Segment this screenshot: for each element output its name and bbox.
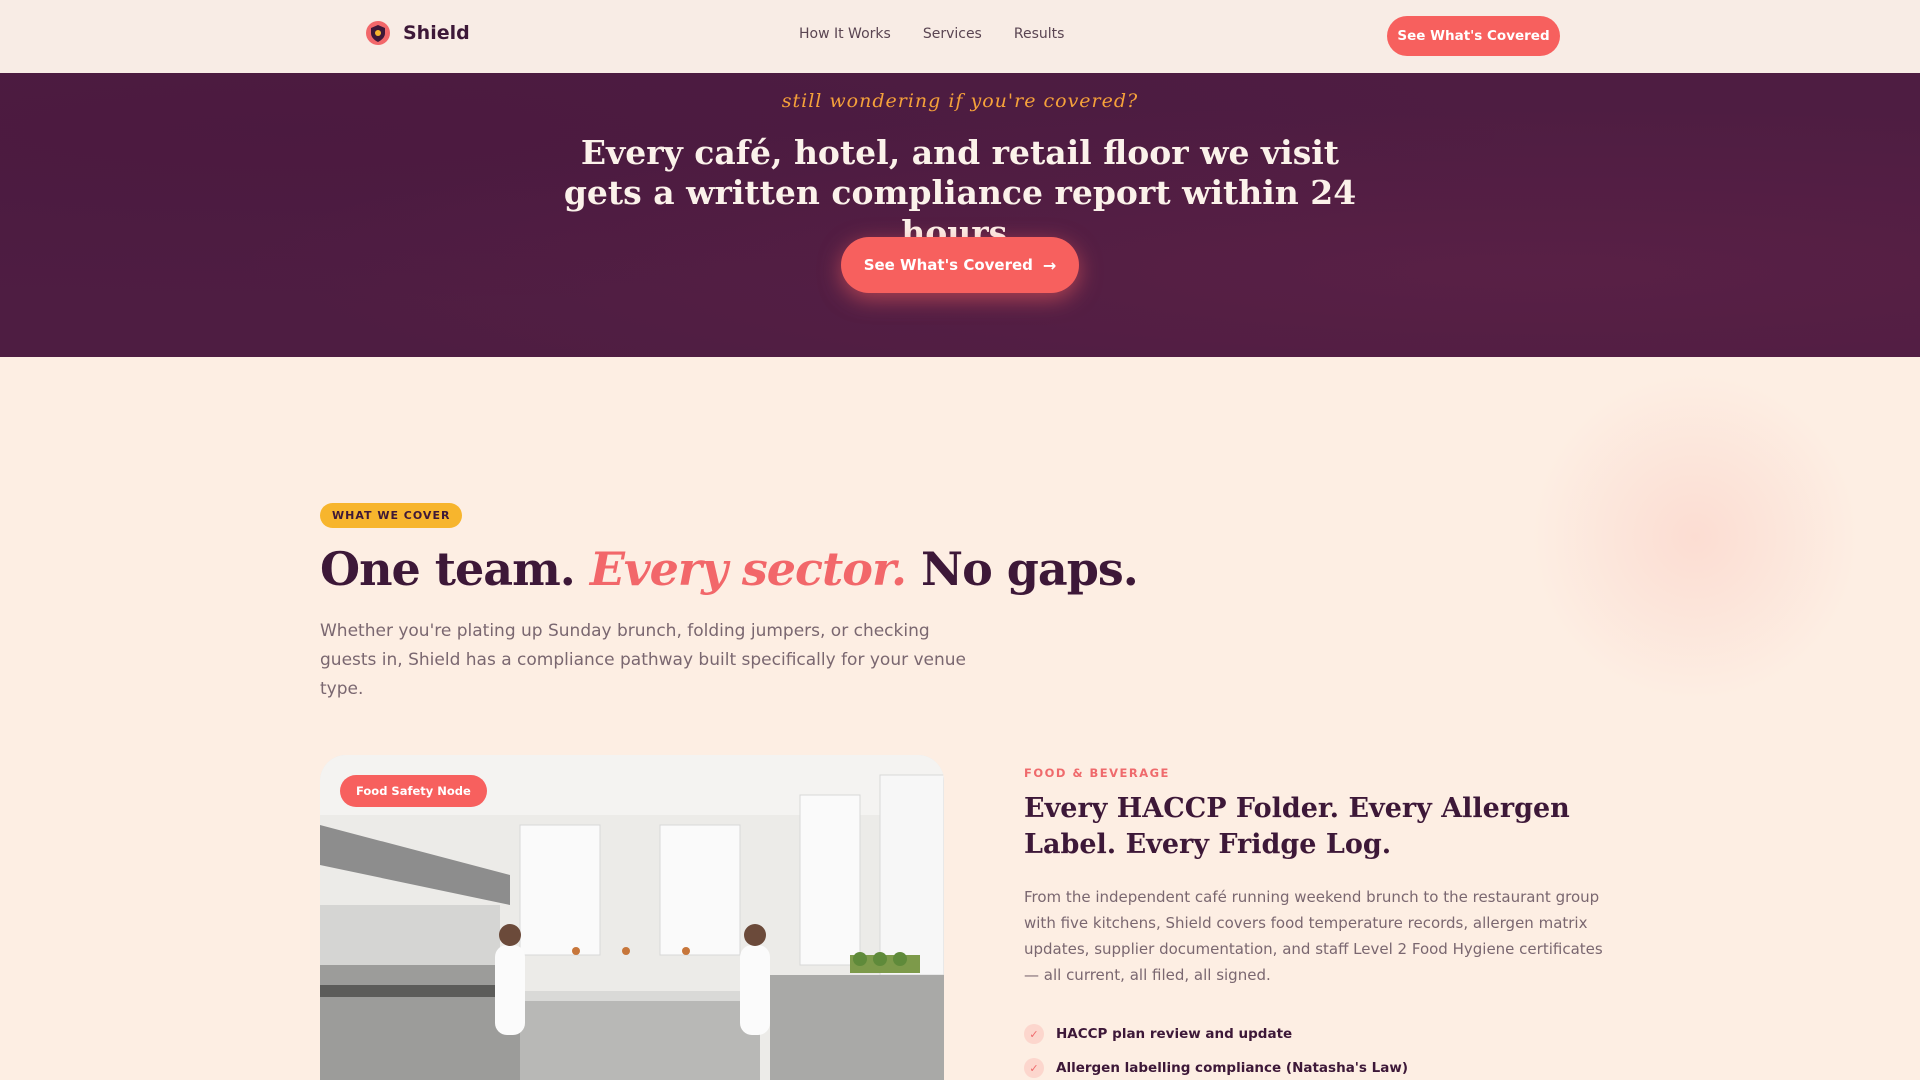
kitchen-photo: Food Safety Node — [320, 755, 944, 1080]
headline-part-1: One team. — [320, 542, 576, 596]
banner-script-line: still wondering if you're covered? — [781, 90, 1139, 112]
nav-link-results[interactable]: Results — [1014, 26, 1065, 42]
banner-cta-label: See What's Covered — [863, 256, 1033, 274]
sector-label: FOOD & BEVERAGE — [1024, 766, 1170, 780]
banner-cta-button[interactable]: See What's Covered → — [841, 237, 1079, 293]
shield-logo-icon — [366, 21, 390, 45]
cta-banner: still wondering if you're covered? Every… — [0, 73, 1920, 357]
decorative-circle — [1530, 372, 1860, 702]
nav-link-how-it-works[interactable]: How It Works — [799, 26, 891, 42]
banner-title: Every café, hotel, and retail floor we v… — [563, 133, 1357, 252]
section-lead: Whether you're plating up Sunday brunch,… — [320, 621, 967, 699]
brand-name: Shield — [403, 22, 470, 44]
sector-body: From the independent café running weeken… — [1024, 888, 1603, 984]
check-icon: ✓ — [1024, 1024, 1044, 1044]
photo-tag: Food Safety Node — [340, 775, 487, 807]
nav-link-services[interactable]: Services — [923, 26, 982, 42]
list-item: ✓ HACCP plan review and update — [1024, 1017, 1408, 1051]
check-label: Allergen labelling compliance (Natasha's… — [1056, 1060, 1409, 1076]
nav-cta-button[interactable]: See What's Covered — [1387, 16, 1560, 56]
brand[interactable]: Shield — [365, 20, 470, 46]
sector-title: Every HACCP Folder. Every Allergen Label… — [1024, 793, 1570, 860]
top-nav: Shield How It Works Services Results See… — [0, 0, 1920, 73]
arrow-right-icon: → — [1042, 255, 1057, 275]
headline-part-3: No gaps. — [921, 542, 1139, 596]
list-item: ✓ Allergen labelling compliance (Natasha… — [1024, 1051, 1408, 1080]
checklist: ✓ HACCP plan review and update ✓ Allerge… — [1024, 1017, 1408, 1080]
check-icon: ✓ — [1024, 1058, 1044, 1078]
section-headline: One team. Every sector. No gaps. — [320, 542, 1139, 596]
check-label: HACCP plan review and update — [1056, 1026, 1293, 1042]
section-pill: WHAT WE COVER — [320, 503, 463, 528]
coverage-section: WHAT WE COVER One team. Every sector. No… — [0, 357, 1920, 1080]
headline-accent: Every sector. — [589, 542, 907, 596]
nav-links: How It Works Services Results — [799, 26, 1064, 42]
